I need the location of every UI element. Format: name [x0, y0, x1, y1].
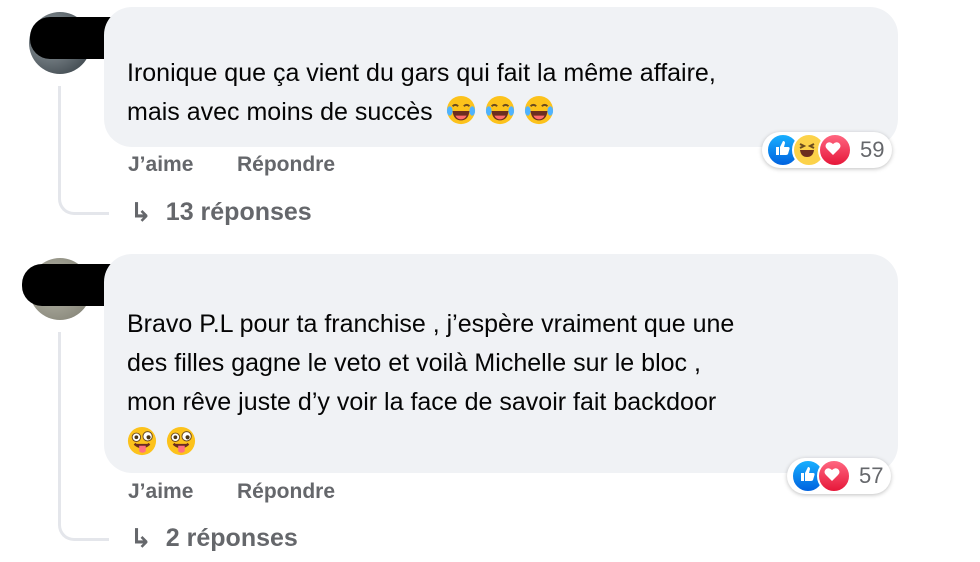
like-button[interactable]: J’aime — [128, 480, 193, 504]
thread-line — [58, 86, 109, 215]
view-replies-link[interactable]: ↳ 13 réponses — [130, 197, 312, 228]
thread-line — [58, 332, 109, 541]
laughing-tears-emoji-icon — [446, 95, 475, 125]
reply-button[interactable]: Répondre — [237, 480, 335, 504]
zany-face-emoji-icon — [166, 426, 196, 456]
like-button[interactable]: J’aime — [128, 153, 193, 177]
view-replies-link[interactable]: ↳ 2 réponses — [130, 523, 298, 554]
comment-text-line: Ironique que ça vient du gars qui fait l… — [127, 59, 716, 87]
comment-text-line: mais avec moins de succès — [127, 93, 556, 132]
laughing-tears-emoji-icon — [524, 95, 553, 125]
comment-text-line: des filles gagne le veto et voilà Michel… — [127, 349, 701, 377]
reply-button[interactable]: Répondre — [237, 153, 335, 177]
reaction-summary[interactable]: 57 — [787, 458, 892, 494]
reaction-count: 57 — [859, 463, 884, 488]
comment-text-line: Bravo P.L pour ta franchise , j’espère v… — [127, 310, 735, 338]
reply-arrow-icon: ↳ — [130, 197, 152, 227]
laughing-tears-emoji-icon — [485, 95, 514, 125]
reply-arrow-icon: ↳ — [130, 523, 152, 553]
comment-text-line: mon rêve juste d’y voir la face de savoi… — [127, 388, 717, 416]
replies-count-label: 13 réponses — [165, 198, 312, 226]
love-reaction-icon — [818, 133, 852, 167]
replies-count-label: 2 réponses — [165, 524, 298, 552]
emoji-group — [127, 424, 198, 463]
emoji-group — [446, 95, 556, 126]
zany-face-emoji-icon — [127, 426, 157, 456]
love-reaction-icon — [817, 459, 851, 493]
reaction-summary[interactable]: 59 — [762, 132, 893, 168]
reaction-count: 59 — [860, 137, 885, 162]
comment-text-line: mais avec moins de succès — [127, 98, 433, 126]
